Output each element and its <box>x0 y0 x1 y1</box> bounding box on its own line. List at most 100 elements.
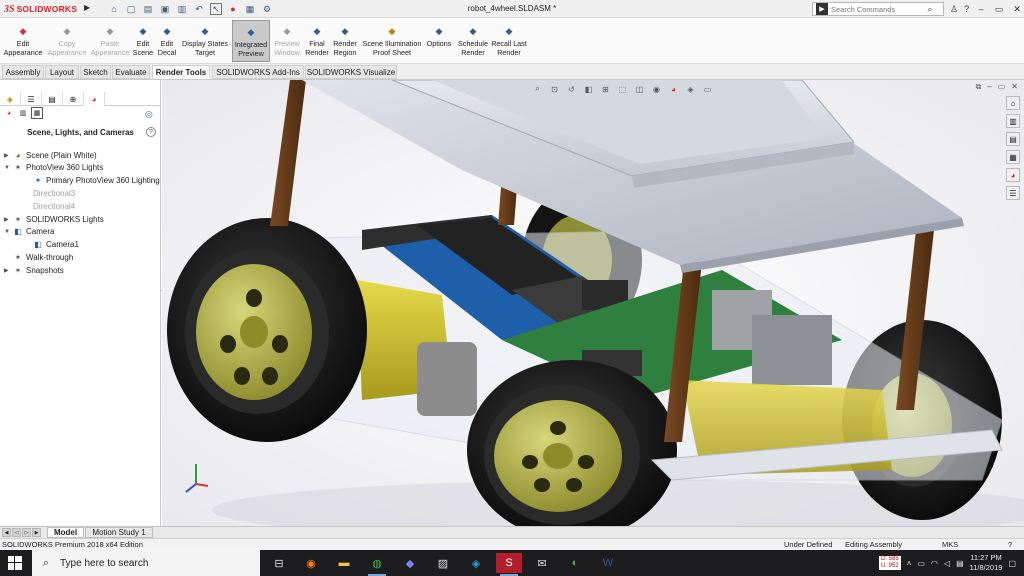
graphics-viewport[interactable]: ⌕ ⊡ ↺ ◧ ⊞ ⬚ ◫ ◉ ◕ ◈ ▭ ⧉ – ▭ ✕ ⌂ ▥ ▤ ▦ ◕ … <box>162 80 1024 526</box>
keyboard-icon[interactable]: ▤ <box>956 559 964 568</box>
tree-item-camera1[interactable]: ◧ Camera1 <box>24 239 79 251</box>
edit-appearance-icon[interactable]: ◕ <box>668 84 679 95</box>
scene-lights-cameras-icon[interactable]: ▦ <box>31 107 43 119</box>
zoom-to-fit-icon[interactable]: ⌕ <box>532 84 543 95</box>
taskbar-search-box[interactable]: ⌕ Type here to search <box>32 550 260 576</box>
notifications-icon[interactable]: ▢ <box>1008 559 1016 568</box>
panel-help-icon[interactable]: ? <box>146 127 156 137</box>
zoom-area-icon[interactable]: ⊡ <box>549 84 560 95</box>
previous-view-icon[interactable]: ↺ <box>566 84 577 95</box>
tree-expand-arrow-icon[interactable]: ▼ <box>4 165 10 171</box>
tree-item-directional4[interactable]: Directional4 <box>24 200 75 212</box>
units-selector[interactable]: MKS <box>942 540 958 549</box>
tree-item-snapshots[interactable]: ▶ ✶ Snapshots <box>4 264 64 276</box>
command-schedule-render-button[interactable]: ◆ Schedule Render <box>456 20 490 62</box>
dimxpert-tab-icon[interactable]: ⊕ <box>63 92 84 106</box>
search-input[interactable] <box>831 4 923 14</box>
user-icon[interactable]: ♙ <box>950 4 958 15</box>
minimize-icon[interactable]: – <box>975 4 987 14</box>
undo-icon[interactable]: ↶ <box>193 3 205 15</box>
tree-expand-arrow-icon[interactable]: ▶ <box>4 152 10 159</box>
file-explorer-taskbar-icon[interactable]: ▬ <box>331 553 357 573</box>
rebuild-icon[interactable]: ● <box>227 3 239 15</box>
tab-solidworks-add-ins[interactable]: SOLIDWORKS Add-Ins <box>212 65 304 79</box>
command-final-render-button[interactable]: ◆ Final Render <box>303 20 331 62</box>
photos-icon[interactable]: ▨ <box>430 553 456 573</box>
help-icon[interactable]: ? <box>964 4 969 14</box>
tree-expand-arrow-icon[interactable]: ▼ <box>4 229 10 235</box>
solidworks-logo[interactable]: 3S SOLIDWORKS <box>4 2 77 16</box>
tab-layout[interactable]: Layout <box>45 65 79 79</box>
view-settings-icon[interactable]: ▭ <box>702 84 713 95</box>
bottom-tab-motion-study-1[interactable]: Motion Study 1 <box>85 527 153 538</box>
command-render-region-button[interactable]: ◆ Render Region <box>330 20 360 62</box>
command-paste-appearance-button[interactable]: ◆ Paste Appearance <box>89 20 131 62</box>
viewport-close-icon[interactable]: ✕ <box>1011 82 1018 92</box>
last-tab-icon[interactable]: ▶ <box>32 528 41 537</box>
viewport-minimize-icon[interactable]: – <box>987 82 991 92</box>
tab-sketch[interactable]: Sketch <box>80 65 111 79</box>
display-style-icon[interactable]: ◫ <box>634 84 645 95</box>
command-edit-decal-button[interactable]: ◆ Edit Decal <box>155 20 179 62</box>
wifi-icon[interactable]: ◠ <box>931 559 938 568</box>
command-edit-appearance-button[interactable]: ◆ Edit Appearance <box>2 20 44 62</box>
word-icon[interactable]: W <box>595 553 621 573</box>
tab-solidworks-visualize[interactable]: SOLIDWORKS Visualize <box>305 65 397 79</box>
print-icon[interactable]: ▥ <box>176 3 188 15</box>
select-arrow-icon[interactable]: ↖ <box>210 3 222 15</box>
status-help-icon[interactable]: ? <box>1008 540 1012 549</box>
feature-tree-tab-icon[interactable]: ◈ <box>0 92 21 106</box>
tab-assembly[interactable]: Assembly <box>2 65 44 79</box>
new-document-icon[interactable]: ▢ <box>125 3 137 15</box>
tree-item-primary-photoview-360-lighting[interactable]: ✶ Primary PhotoView 360 Lighting <box>24 175 160 187</box>
firefox-icon[interactable]: ◉ <box>298 553 324 573</box>
save-icon[interactable]: ▣ <box>159 3 171 15</box>
options-gear-icon[interactable]: ⚙ <box>261 3 273 15</box>
home-icon[interactable]: ⌂ <box>108 3 120 15</box>
volume-icon[interactable]: ◁ <box>944 559 950 568</box>
open-folder-icon[interactable]: ▤ <box>142 3 154 15</box>
command-preview-window-button[interactable]: ◆ Preview Window <box>271 20 303 62</box>
tab-evaluate[interactable]: Evaluate <box>112 65 150 79</box>
display-manager-tab-icon[interactable]: ◕ <box>84 92 105 106</box>
mail-icon[interactable]: ✉ <box>529 553 555 573</box>
tree-expand-arrow-icon[interactable]: ▶ <box>4 267 10 274</box>
view-orientation-icon[interactable]: ⬚ <box>617 84 628 95</box>
maps-icon[interactable]: ◐ <box>562 553 588 573</box>
tree-item-directional3[interactable]: Directional3 <box>24 187 75 199</box>
configuration-tab-icon[interactable]: ▤ <box>42 92 63 106</box>
command-options-button[interactable]: ◆ Options <box>424 20 454 62</box>
tree-expand-arrow-icon[interactable]: ▶ <box>4 216 10 223</box>
solidworks-resources-icon[interactable]: ⌂ <box>1006 96 1020 110</box>
search-commands-box[interactable]: ▶ ⌕ <box>812 2 944 16</box>
tab-render-tools[interactable]: Render Tools <box>152 65 210 79</box>
prev-tab-icon[interactable]: ◁ <box>12 528 21 537</box>
apply-scene-icon[interactable]: ◈ <box>685 84 696 95</box>
app-icon[interactable]: ◈ <box>463 553 489 573</box>
first-tab-icon[interactable]: ◀ <box>2 528 11 537</box>
dynamic-annotation-icon[interactable]: ⊞ <box>600 84 611 95</box>
file-properties-icon[interactable]: ▦ <box>244 3 256 15</box>
custom-properties-icon[interactable]: ☰ <box>1006 186 1020 200</box>
hide-show-icon[interactable]: ◉ <box>651 84 662 95</box>
solidworks-taskbar-icon[interactable]: S <box>496 553 522 576</box>
command-copy-appearance-button[interactable]: ◆ Copy Appearance <box>46 20 88 62</box>
next-tab-icon[interactable]: ▷ <box>22 528 31 537</box>
design-library-icon[interactable]: ▥ <box>1006 114 1020 128</box>
chrome-icon[interactable]: ◍ <box>364 553 390 576</box>
command-display-states-target-button[interactable]: ◆ Display States Target <box>180 20 230 62</box>
magnifier-icon[interactable]: ⌕ <box>923 4 937 15</box>
viewport-tile-icon[interactable]: ⧉ <box>976 82 982 92</box>
decals-icon[interactable]: ▥ <box>17 107 29 119</box>
tree-item-walk-through[interactable]: ✶ Walk-through <box>4 251 74 263</box>
restore-icon[interactable]: ▭ <box>993 4 1005 15</box>
section-view-icon[interactable]: ◧ <box>583 84 594 95</box>
filter-icon[interactable]: ◎ <box>145 109 153 120</box>
tree-item-camera[interactable]: ▼ ◧ Camera <box>4 226 54 238</box>
command-integrated-preview-button[interactable]: ◆ Integrated Preview <box>232 20 270 62</box>
appearances-icon[interactable]: ◕ <box>3 107 15 119</box>
clock[interactable]: 11:27 PM 11/8/2019 <box>970 553 1003 573</box>
viewport-restore-icon[interactable]: ▭ <box>998 82 1006 92</box>
teams-icon[interactable]: ◆ <box>397 553 423 573</box>
file-explorer-icon[interactable]: ▤ <box>1006 132 1020 146</box>
